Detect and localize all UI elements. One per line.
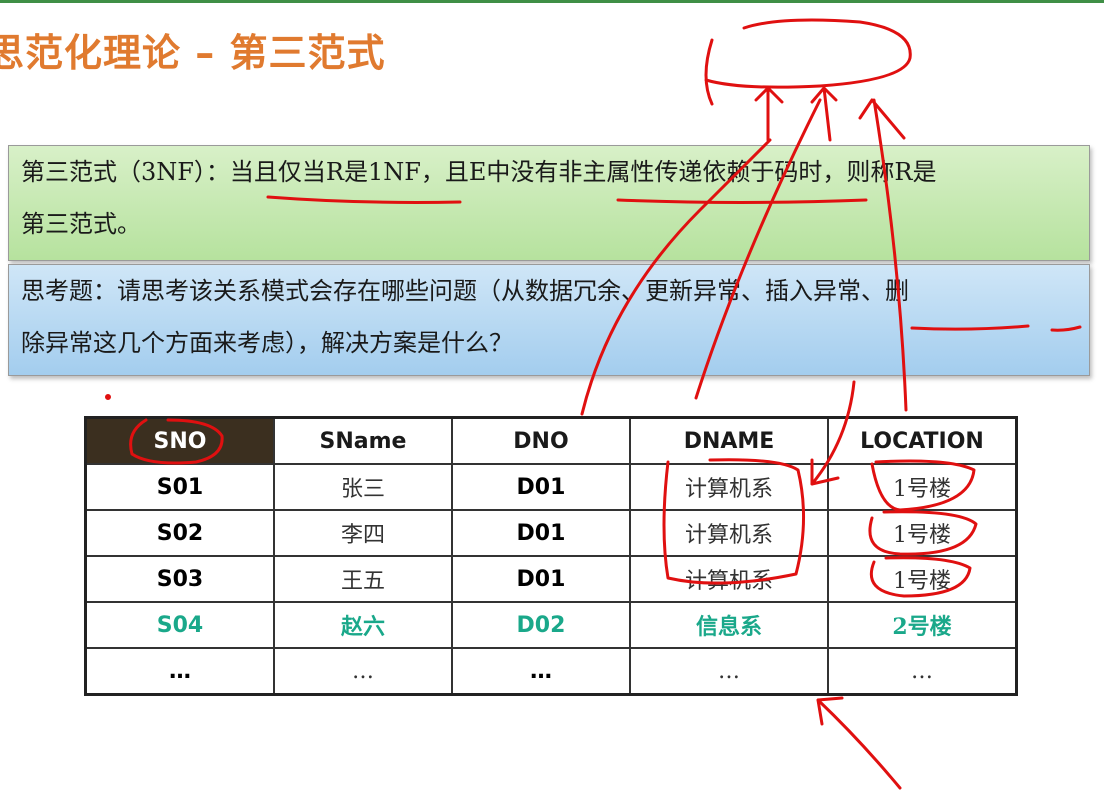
loop-annotation: [704, 18, 912, 106]
arrow-annotation: [754, 86, 784, 142]
ink-dot: [105, 394, 111, 400]
arrow-annotation: [816, 696, 902, 790]
arrow-annotation: [858, 98, 908, 412]
handwritten-annotations: [105, 18, 1082, 790]
circle-annotation: [870, 459, 976, 512]
underline-annotation: [616, 198, 868, 204]
underline-annotation: [266, 195, 462, 204]
underline-annotation: [1050, 325, 1082, 332]
underline-annotation: [910, 324, 1030, 331]
circle-annotation: [662, 458, 806, 585]
arrow-annotation: [810, 86, 838, 142]
arrow-annotation: [694, 98, 822, 400]
arrow-annotation: [580, 138, 772, 416]
circle-annotation: [129, 418, 224, 465]
arrow-annotation: [810, 380, 856, 486]
circle-annotation: [868, 510, 978, 556]
circle-annotation: [869, 556, 972, 598]
